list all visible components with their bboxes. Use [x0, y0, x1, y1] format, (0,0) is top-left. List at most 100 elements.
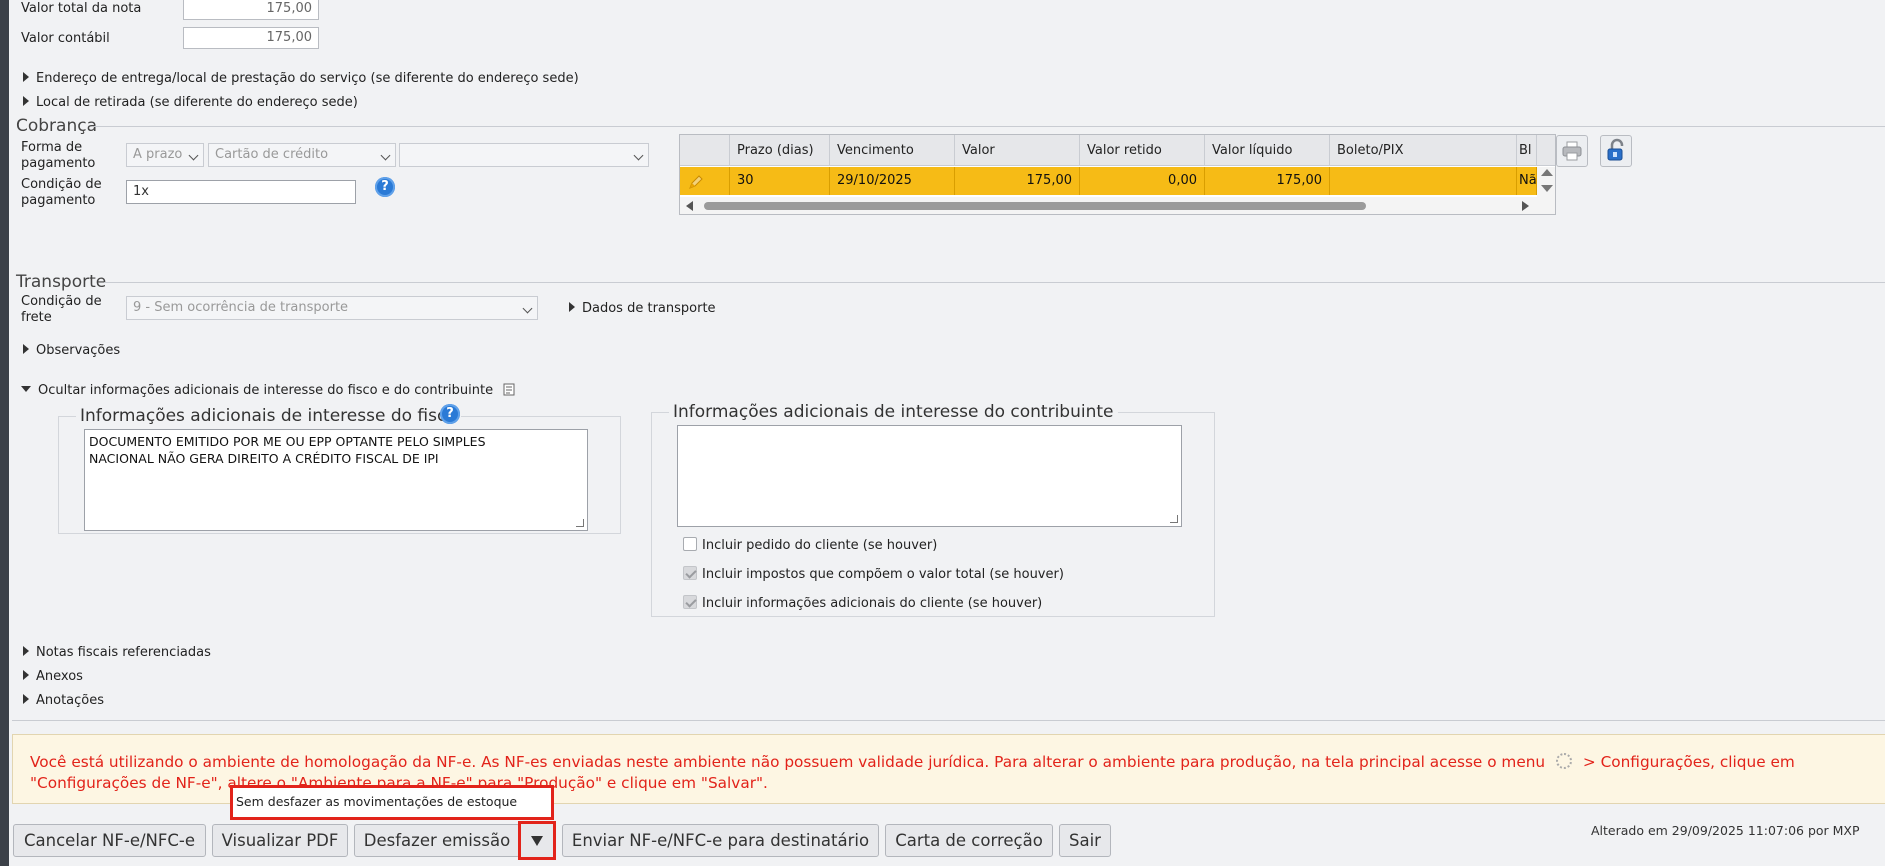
- valor-contabil-label: Valor contábil: [21, 31, 110, 46]
- document-icon[interactable]: [503, 383, 515, 396]
- warning-text-part1: Você está utilizando o ambiente de homol…: [30, 753, 1546, 771]
- scroll-up-icon[interactable]: [1541, 169, 1553, 176]
- left-sidebar-strip: [0, 0, 9, 866]
- desfazer-emissao-button[interactable]: Desfazer emissão: [354, 824, 520, 857]
- cobranca-title: Cobrança: [16, 116, 98, 136]
- condicao-pagamento-input[interactable]: 1x: [126, 180, 356, 204]
- fisco-legend: Informações adicionais de interesse do f…: [76, 406, 461, 426]
- grid-header-scroll-corner: [1537, 135, 1555, 166]
- transporte-divider: [104, 282, 1885, 283]
- collapse-arrow-icon: [21, 386, 31, 392]
- row-valor-liquido[interactable]: 175,00: [1205, 167, 1330, 195]
- expand-arrow-icon: [569, 302, 575, 312]
- grid-header-prazo[interactable]: Prazo (dias): [730, 135, 830, 166]
- anexos-toggle[interactable]: Anexos: [23, 669, 83, 684]
- row-valor[interactable]: 175,00: [955, 167, 1080, 195]
- row-prazo[interactable]: 30: [730, 167, 830, 195]
- incluir-pedido-checkbox[interactable]: [683, 537, 697, 551]
- row-vencimento[interactable]: 29/10/2025: [830, 167, 955, 195]
- desfazer-dropdown-button[interactable]: [518, 821, 556, 860]
- local-retirada-label: Local de retirada (se diferente do ender…: [36, 95, 358, 110]
- condicao-frete-select[interactable]: 9 - Sem ocorrência de transporte: [126, 296, 538, 320]
- help-icon[interactable]: ?: [375, 177, 395, 197]
- desfazer-sem-estoque-option[interactable]: Sem desfazer as movimentações de estoque: [230, 785, 554, 820]
- expand-arrow-icon: [23, 670, 29, 680]
- meio-pagamento-value: Cartão de crédito: [215, 147, 329, 162]
- local-retirada-toggle[interactable]: Local de retirada (se diferente do ender…: [23, 95, 358, 110]
- notas-referenciadas-toggle[interactable]: Notas fiscais referenciadas: [23, 645, 211, 660]
- footer-divider: [12, 720, 1885, 721]
- expand-arrow-icon: [23, 96, 29, 106]
- incluir-info-cliente-checkbox[interactable]: [683, 595, 697, 609]
- forma-pagamento-value: A prazo: [133, 147, 183, 162]
- resize-grip-icon[interactable]: [1170, 515, 1178, 523]
- chevron-down-icon: [380, 150, 391, 161]
- grid-header-bl[interactable]: Bl: [1517, 135, 1537, 166]
- unlock-icon: [1607, 138, 1624, 161]
- visualizar-pdf-button[interactable]: Visualizar PDF: [212, 824, 348, 857]
- unlock-button[interactable]: [1600, 135, 1632, 167]
- ocultar-info-label: Ocultar informações adicionais de intere…: [38, 383, 494, 398]
- alterado-info: Alterado em 29/09/2025 11:07:06 por MXP: [1591, 823, 1860, 838]
- notas-referenciadas-label: Notas fiscais referenciadas: [36, 645, 211, 660]
- ocultar-info-toggle[interactable]: Ocultar informações adicionais de intere…: [21, 383, 515, 398]
- row-valor-retido[interactable]: 0,00: [1080, 167, 1205, 195]
- scroll-thumb[interactable]: [704, 202, 1366, 210]
- cancelar-nfe-button[interactable]: Cancelar NF-e/NFC-e: [13, 824, 206, 857]
- meio-pagamento-select[interactable]: Cartão de crédito: [208, 143, 396, 167]
- row-bl[interactable]: Nã: [1517, 167, 1537, 195]
- enviar-destinatario-button[interactable]: Enviar NF-e/NFC-e para destinatário: [562, 824, 879, 857]
- condicao-frete-value: 9 - Sem ocorrência de transporte: [133, 300, 349, 315]
- observacoes-label: Observações: [36, 343, 121, 358]
- scroll-right-icon[interactable]: [1522, 201, 1529, 211]
- grid-header-vencimento[interactable]: Vencimento: [830, 135, 955, 166]
- expand-arrow-icon: [23, 72, 29, 82]
- anotacoes-toggle[interactable]: Anotações: [23, 693, 104, 708]
- grid-header-valor[interactable]: Valor: [955, 135, 1080, 166]
- incluir-impostos-label: Incluir impostos que compõem o valor tot…: [702, 567, 1064, 582]
- resize-grip-icon[interactable]: [576, 519, 584, 527]
- endereco-entrega-toggle[interactable]: Endereço de entrega/local de prestação d…: [23, 71, 579, 86]
- extra-pagamento-select[interactable]: [399, 143, 649, 167]
- incluir-info-cliente-label: Incluir informações adicionais do client…: [702, 596, 1043, 611]
- fisco-textarea[interactable]: DOCUMENTO EMITIDO POR ME OU EPP OPTANTE …: [84, 429, 588, 531]
- grid-header-valor-retido[interactable]: Valor retido: [1080, 135, 1205, 166]
- observacoes-toggle[interactable]: Observações: [23, 343, 120, 358]
- parcelas-grid: Prazo (dias) Vencimento Valor Valor reti…: [679, 134, 1556, 215]
- cobranca-divider: [94, 126, 1885, 127]
- forma-pagamento-label: Forma de pagamento: [21, 140, 96, 171]
- condicao-frete-label: Condição de frete: [21, 294, 102, 325]
- anexos-label: Anexos: [36, 669, 83, 684]
- expand-arrow-icon: [23, 646, 29, 656]
- row-boleto[interactable]: [1330, 167, 1517, 195]
- sair-button[interactable]: Sair: [1059, 824, 1111, 857]
- grid-horizontal-scrollbar[interactable]: [680, 197, 1555, 214]
- carta-correcao-button[interactable]: Carta de correção: [885, 824, 1053, 857]
- incluir-impostos-checkbox[interactable]: [683, 566, 697, 580]
- grid-vertical-scrollbar[interactable]: [1537, 167, 1555, 197]
- chevron-down-icon: [188, 150, 199, 161]
- table-row-edit[interactable]: [680, 167, 730, 195]
- condicao-pagamento-label: Condição de pagamento: [21, 177, 102, 208]
- valor-contabil-field[interactable]: 175,00: [183, 27, 319, 49]
- anotacoes-label: Anotações: [36, 693, 105, 708]
- endereco-entrega-label: Endereço de entrega/local de prestação d…: [36, 71, 579, 86]
- dados-transporte-toggle[interactable]: Dados de transporte: [569, 301, 716, 316]
- expand-arrow-icon: [23, 344, 29, 354]
- scroll-down-icon[interactable]: [1541, 185, 1553, 192]
- help-icon[interactable]: ?: [440, 404, 460, 424]
- forma-pagamento-select[interactable]: A prazo: [126, 143, 204, 167]
- scroll-left-icon[interactable]: [686, 201, 693, 211]
- transporte-title: Transporte: [16, 272, 107, 292]
- grid-header-valor-liquido[interactable]: Valor líquido: [1205, 135, 1330, 166]
- expand-arrow-icon: [23, 694, 29, 704]
- grid-header-boleto[interactable]: Boleto/PIX: [1330, 135, 1517, 166]
- contribuinte-legend: Informações adicionais de interesse do c…: [669, 402, 1118, 422]
- contribuinte-textarea[interactable]: [677, 425, 1182, 527]
- print-button[interactable]: [1556, 135, 1588, 167]
- valor-total-label: Valor total da nota: [21, 1, 142, 16]
- gear-icon: [1556, 753, 1573, 769]
- valor-total-field[interactable]: 175,00: [183, 0, 319, 20]
- chevron-down-icon: [633, 150, 644, 161]
- caret-down-icon: [531, 836, 543, 846]
